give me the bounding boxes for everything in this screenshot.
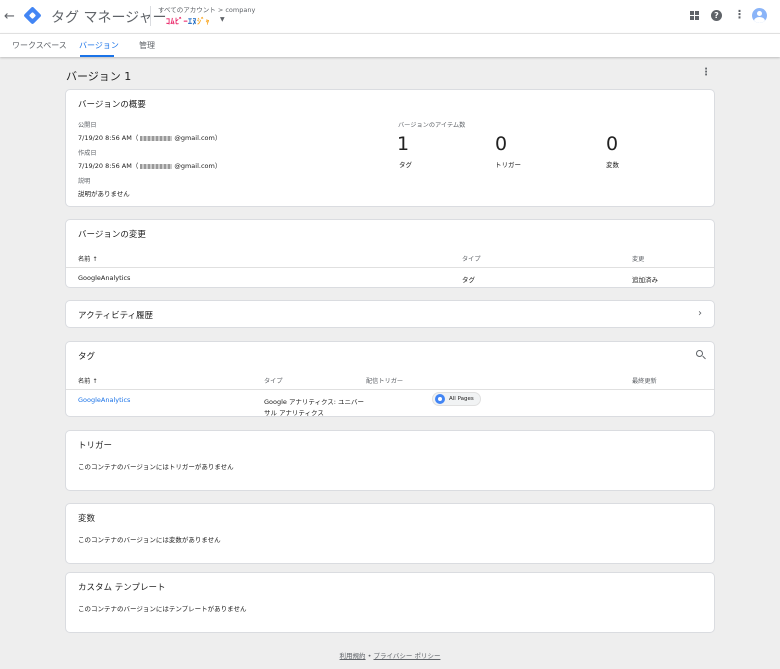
container-dropdown-icon[interactable]: ▼ (220, 16, 225, 23)
templates-title: カスタム テンプレート (78, 583, 166, 593)
apps-grid-icon[interactable] (690, 11, 699, 20)
top-app-bar: ← タグ マネージャー すべてのアカウント > company ｺﾑﾋﾞｰｴﾇｼ… (0, 0, 780, 33)
footer: 利用規約 • プライバシー ポリシー (0, 650, 780, 660)
trigger-chip-label: All Pages (449, 396, 474, 402)
table-divider (66, 267, 714, 268)
tags-title: タグ (78, 352, 96, 362)
tag-type-line2: サル アナリティクス (264, 409, 324, 417)
version-overview-card: バージョンの概要 公開日 7/19/20 8:56 AM（ @gmail.com）… (65, 89, 715, 207)
activity-title: アクティビティ履歴 (78, 311, 154, 321)
column-header-type: タイプ (462, 256, 481, 263)
tab-versions[interactable]: バージョン (79, 40, 119, 51)
published-email: @gmail.com） (174, 134, 222, 142)
triggers-empty-message: このコンテナのバージョンにはトリガーがありません (78, 463, 234, 471)
redacted-email (140, 135, 173, 141)
column-header-name[interactable]: 名前 ↑ (78, 376, 98, 385)
back-arrow-icon[interactable]: ← (4, 9, 15, 24)
published-label: 公開日 (78, 122, 97, 129)
created-value: 7/19/20 8:56 AM（ @gmail.com） (78, 160, 221, 170)
footer-separator: • (365, 652, 374, 660)
created-email: @gmail.com） (174, 162, 222, 170)
description-label: 説明 (78, 178, 91, 185)
variable-count: 0 (606, 133, 619, 155)
account-avatar[interactable] (752, 8, 767, 23)
tab-admin[interactable]: 管理 (139, 40, 155, 51)
column-header-type: タイプ (264, 378, 283, 385)
trigger-count-label: トリガー (495, 161, 521, 169)
redacted-email (140, 163, 173, 169)
tab-bar: ワークスペース バージョン 管理 (0, 33, 780, 57)
page-title: バージョン 1 (66, 70, 132, 83)
container-name-part: ｼﾞｬ (197, 17, 210, 26)
container-name-part: ｴﾇ (188, 17, 197, 26)
container-selector[interactable]: ｺﾑﾋﾞｰｴﾇｼﾞｬ (166, 16, 210, 27)
privacy-link[interactable]: プライバシー ポリシー (374, 652, 441, 660)
created-label: 作成日 (78, 150, 97, 157)
variables-empty-message: このコンテナのバージョンには変数がありません (78, 536, 221, 544)
active-tab-indicator (80, 55, 114, 57)
published-date: 7/19/20 8:56 AM（ (78, 134, 139, 142)
description-value: 説明がありません (78, 190, 130, 198)
tag-count-label: タグ (399, 161, 412, 169)
tab-workspace[interactable]: ワークスペース (12, 40, 67, 51)
triggers-title: トリガー (78, 441, 113, 451)
variables-card: 変数 このコンテナのバージョンには変数がありません (65, 503, 715, 564)
column-header-last-updated: 最終更新 (632, 378, 657, 385)
item-count-label: バージョンのアイテム数 (398, 122, 466, 129)
changes-title: バージョンの変更 (78, 230, 146, 240)
search-icon[interactable] (696, 350, 703, 357)
variable-count-label: 変数 (606, 161, 619, 169)
help-icon[interactable]: ? (711, 10, 722, 21)
change-type: タグ (462, 276, 475, 284)
column-header-change: 変更 (632, 256, 645, 263)
overview-title: バージョンの概要 (78, 100, 146, 110)
activity-history-card[interactable]: アクティビティ履歴 › (65, 300, 715, 328)
change-name: GoogleAnalytics (78, 274, 131, 282)
column-header-name[interactable]: 名前 ↑ (78, 254, 98, 263)
container-name-part: ｺﾑﾋﾞｰ (166, 17, 188, 26)
tag-name-link[interactable]: GoogleAnalytics (78, 396, 130, 404)
published-value: 7/19/20 8:56 AM（ @gmail.com） (78, 132, 221, 142)
account-breadcrumb[interactable]: すべてのアカウント > company (158, 4, 255, 14)
trigger-count: 0 (495, 133, 508, 155)
chevron-right-icon[interactable]: › (698, 308, 702, 319)
tag-type-line1: Google アナリティクス: ユニバー (264, 398, 365, 406)
tag-manager-logo-icon (23, 6, 42, 25)
eye-icon (435, 394, 445, 404)
templates-empty-message: このコンテナのバージョンにはテンプレートがありません (78, 605, 247, 613)
tags-card: タグ 名前 ↑ タイプ 配信トリガー 最終更新 GoogleAnalytics … (65, 341, 715, 417)
change-status: 追加済み (632, 276, 658, 284)
version-changes-card: バージョンの変更 名前 ↑ タイプ 変更 GoogleAnalytics タグ … (65, 219, 715, 288)
version-menu-icon[interactable]: ⋮ (701, 67, 711, 78)
tag-count: 1 (397, 133, 410, 155)
column-header-trigger: 配信トリガー (366, 378, 404, 385)
header-divider (150, 6, 151, 26)
created-date: 7/19/20 8:56 AM（ (78, 162, 139, 170)
variables-title: 変数 (78, 514, 96, 524)
trigger-chip[interactable]: All Pages (432, 392, 481, 406)
table-divider (66, 389, 714, 390)
custom-templates-card: カスタム テンプレート このコンテナのバージョンにはテンプレートがありません (65, 572, 715, 633)
terms-link[interactable]: 利用規約 (340, 652, 366, 660)
more-options-icon[interactable]: ⋮ (734, 8, 745, 21)
triggers-card: トリガー このコンテナのバージョンにはトリガーがありません (65, 430, 715, 491)
